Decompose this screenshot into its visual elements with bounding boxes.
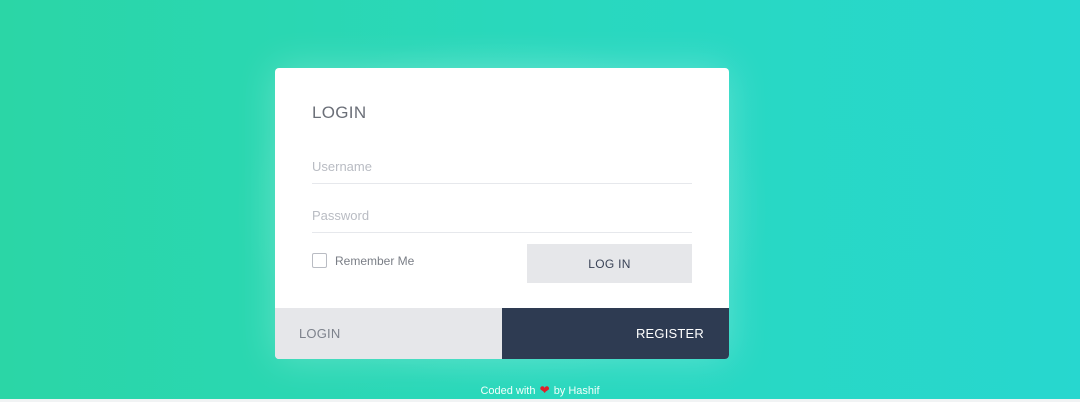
auth-tabs: LOGIN REGISTER xyxy=(275,308,729,359)
username-input[interactable] xyxy=(312,149,692,184)
password-input[interactable] xyxy=(312,198,692,233)
login-card: LOGIN Remember Me LOG IN LOGIN REGISTER xyxy=(275,68,729,359)
footer-suffix: by Hashif xyxy=(553,385,600,397)
tab-register[interactable]: REGISTER xyxy=(501,308,729,359)
tab-login[interactable]: LOGIN xyxy=(275,308,502,359)
heart-icon: ❤ xyxy=(539,383,550,397)
remember-me-toggle[interactable]: Remember Me xyxy=(312,253,414,268)
remember-me-label: Remember Me xyxy=(335,253,415,268)
page-title: LOGIN xyxy=(312,103,367,122)
tab-register-label: REGISTER xyxy=(635,326,704,341)
footer-prefix: Coded with xyxy=(480,385,536,397)
remember-me-checkbox[interactable] xyxy=(312,253,327,268)
log-in-button[interactable]: LOG IN xyxy=(527,244,692,283)
footer-credit: Coded with ❤ by Hashif xyxy=(0,383,1080,397)
tab-login-label: LOGIN xyxy=(299,326,341,341)
